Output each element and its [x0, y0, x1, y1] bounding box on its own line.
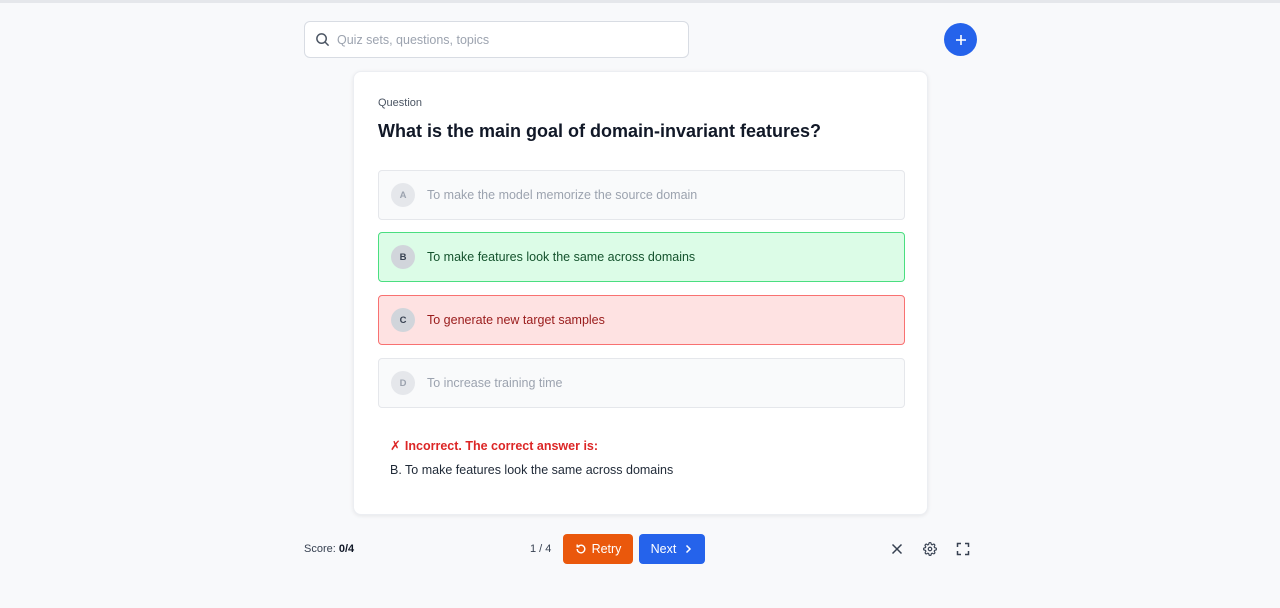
- question-text: What is the main goal of domain-invarian…: [378, 121, 822, 141]
- feedback-answer: B. To make features look the same across…: [390, 463, 674, 477]
- option-letter: C: [391, 308, 415, 332]
- question-card: Question What is the main goal of domain…: [353, 71, 928, 515]
- chevron-right-icon: [686, 544, 692, 554]
- fullscreen-button[interactable]: [953, 539, 973, 559]
- retry-label: Retry: [591, 542, 622, 556]
- score-label: Score:: [304, 543, 339, 555]
- search-bar[interactable]: [304, 21, 689, 58]
- retry-button[interactable]: Retry: [563, 534, 633, 564]
- feedback-title-text: Incorrect. The correct answer is:: [404, 439, 599, 453]
- option-text: To generate new target samples: [427, 313, 605, 327]
- option-a[interactable]: A To make the model memorize the source …: [378, 170, 905, 220]
- expand-icon: [956, 542, 970, 556]
- gear-icon: [923, 542, 937, 556]
- next-button[interactable]: Next: [639, 534, 705, 564]
- option-text: To increase training time: [427, 376, 563, 390]
- add-button[interactable]: [944, 23, 977, 56]
- option-text: To make the model memorize the source do…: [427, 188, 698, 202]
- close-button[interactable]: [887, 539, 907, 559]
- feedback-title: ✗ Incorrect. The correct answer is:: [390, 438, 598, 454]
- option-text: To make features look the same across do…: [427, 250, 696, 264]
- search-input[interactable]: [337, 32, 688, 47]
- plus-icon: [955, 34, 966, 45]
- question-label: Question: [378, 97, 423, 109]
- cross-mark-icon: ✗: [390, 438, 401, 453]
- settings-button[interactable]: [920, 539, 940, 559]
- score-value: 0/4: [338, 543, 355, 555]
- top-divider: [0, 0, 1280, 3]
- option-d[interactable]: D To increase training time: [378, 358, 905, 408]
- option-letter: D: [391, 371, 415, 395]
- option-letter: A: [391, 183, 415, 207]
- option-c[interactable]: C To generate new target samples: [378, 295, 905, 345]
- retry-icon: [576, 544, 586, 554]
- search-icon: [316, 33, 330, 47]
- option-letter: B: [391, 245, 415, 269]
- next-label: Next: [650, 542, 677, 556]
- close-icon: [891, 543, 903, 555]
- question-counter: 1 / 4: [530, 543, 552, 555]
- option-b[interactable]: B To make features look the same across …: [378, 232, 905, 282]
- score: Score: 0/4: [304, 543, 354, 555]
